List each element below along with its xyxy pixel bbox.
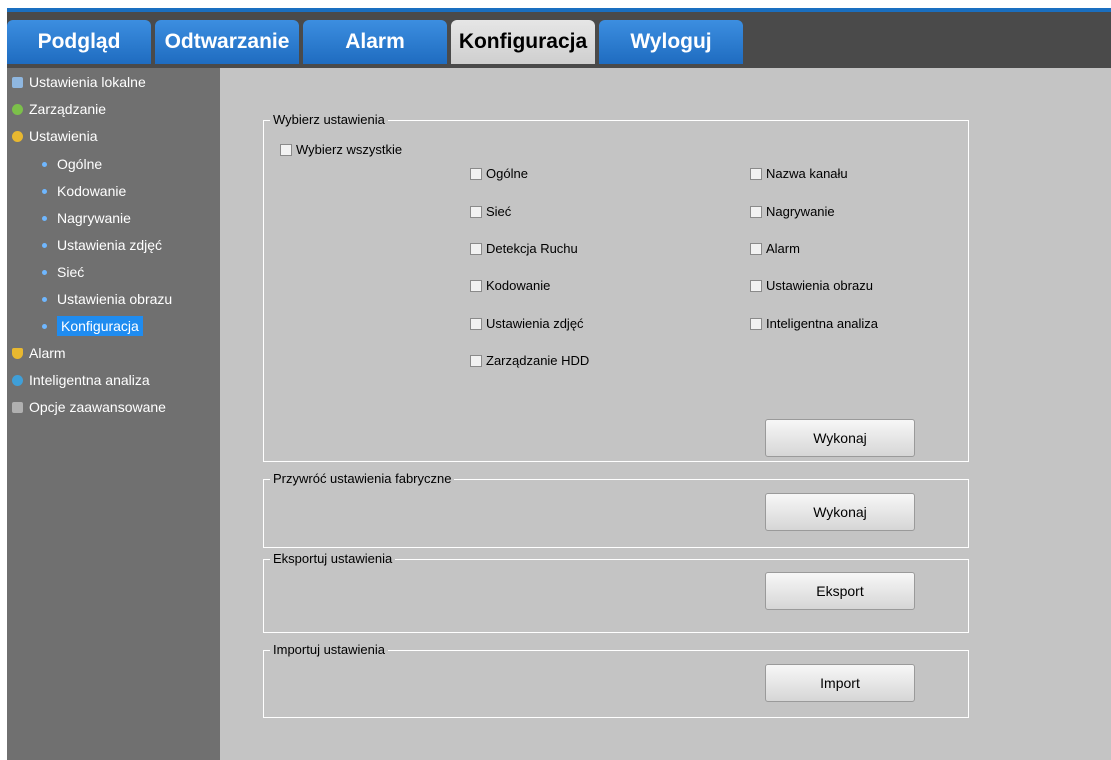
import-button[interactable]: Import bbox=[765, 664, 915, 702]
checkbox-zarzadzanie-hdd[interactable]: Zarządzanie HDD bbox=[470, 353, 589, 368]
sidebar-item-alarm[interactable]: Alarm bbox=[12, 341, 66, 365]
checkbox-box bbox=[750, 317, 762, 330]
checkbox-kodowanie[interactable]: Kodowanie bbox=[470, 278, 550, 293]
sidebar-item-ustawienia-lokalne[interactable]: Ustawienia lokalne bbox=[12, 70, 146, 94]
export-button[interactable]: Eksport bbox=[765, 572, 915, 610]
sidebar-item-ogolne[interactable]: Ogólne bbox=[42, 152, 102, 176]
checkbox-detekcja-ruchu[interactable]: Detekcja Ruchu bbox=[470, 241, 578, 256]
sidebar: Ustawienia lokalne Zarządzanie Ustawieni… bbox=[7, 68, 220, 760]
sidebar-item-nagrywanie[interactable]: Nagrywanie bbox=[42, 206, 131, 230]
checkbox-ustawienia-zdjec[interactable]: Ustawienia zdjęć bbox=[470, 316, 584, 331]
bullet-icon bbox=[42, 269, 47, 275]
bullet-icon bbox=[42, 296, 47, 302]
tools-icon bbox=[12, 401, 23, 413]
checkbox-box bbox=[750, 167, 762, 180]
sidebar-item-kodowanie[interactable]: Kodowanie bbox=[42, 179, 126, 203]
tab-bar: Podgląd Odtwarzanie Alarm Konfiguracja W… bbox=[7, 20, 743, 64]
bell-icon bbox=[12, 347, 23, 359]
bullet-icon bbox=[42, 323, 47, 329]
checkbox-box bbox=[750, 205, 762, 218]
select-settings-group: Wybierz ustawienia Wybierz wszystkie Ogó… bbox=[263, 112, 969, 462]
group-legend: Wybierz ustawienia bbox=[270, 112, 388, 127]
checkbox-siec[interactable]: Sieć bbox=[470, 204, 511, 219]
checkbox-box bbox=[750, 242, 762, 255]
apply-selected-button[interactable]: Wykonaj bbox=[765, 419, 915, 457]
group-legend: Przywróć ustawienia fabryczne bbox=[270, 471, 455, 486]
checkbox-alarm[interactable]: Alarm bbox=[750, 241, 800, 256]
checkbox-nagrywanie[interactable]: Nagrywanie bbox=[750, 204, 835, 219]
sidebar-item-konfiguracja[interactable]: Konfiguracja bbox=[42, 314, 143, 338]
tab-odtwarzanie[interactable]: Odtwarzanie bbox=[155, 20, 299, 64]
checkbox-nazwa-kanalu[interactable]: Nazwa kanału bbox=[750, 166, 848, 181]
restore-defaults-button[interactable]: Wykonaj bbox=[765, 493, 915, 531]
checkbox-ustawienia-obrazu[interactable]: Ustawienia obrazu bbox=[750, 278, 873, 293]
tab-wyloguj[interactable]: Wyloguj bbox=[599, 20, 743, 64]
tab-podglad[interactable]: Podgląd bbox=[7, 20, 151, 64]
sidebar-item-zarzadzanie[interactable]: Zarządzanie bbox=[12, 97, 106, 121]
monitor-icon bbox=[12, 76, 23, 88]
sidebar-item-ustawienia[interactable]: Ustawienia bbox=[12, 124, 97, 148]
bullet-icon bbox=[42, 215, 47, 221]
bullet-icon bbox=[42, 188, 47, 194]
checkbox-box bbox=[470, 242, 482, 255]
checkbox-box bbox=[470, 205, 482, 218]
globe-icon bbox=[12, 374, 23, 386]
tab-alarm[interactable]: Alarm bbox=[303, 20, 447, 64]
checkbox-box bbox=[470, 317, 482, 330]
select-all-checkbox[interactable]: Wybierz wszystkie bbox=[280, 142, 402, 157]
gear-icon bbox=[12, 130, 23, 142]
sidebar-item-inteligentna-analiza[interactable]: Inteligentna analiza bbox=[12, 368, 150, 392]
top-navigation-bar: Podgląd Odtwarzanie Alarm Konfiguracja W… bbox=[7, 8, 1111, 68]
bullet-icon bbox=[42, 242, 47, 248]
group-legend: Importuj ustawienia bbox=[270, 642, 388, 657]
checkbox-box bbox=[470, 354, 482, 367]
checkbox-box bbox=[280, 143, 292, 156]
bullet-icon bbox=[42, 161, 47, 167]
tab-konfiguracja[interactable]: Konfiguracja bbox=[451, 20, 595, 64]
restore-defaults-group: Przywróć ustawienia fabryczne Wykonaj bbox=[263, 471, 969, 548]
group-legend: Eksportuj ustawienia bbox=[270, 551, 396, 566]
checkbox-inteligentna-analiza[interactable]: Inteligentna analiza bbox=[750, 316, 878, 331]
checkbox-box bbox=[470, 167, 482, 180]
sidebar-item-opcje-zaawansowane[interactable]: Opcje zaawansowane bbox=[12, 395, 166, 419]
sidebar-item-ustawienia-zdjec[interactable]: Ustawienia zdjęć bbox=[42, 233, 162, 257]
export-settings-group: Eksportuj ustawienia Eksport bbox=[263, 551, 969, 633]
checkbox-box bbox=[470, 279, 482, 292]
checkbox-box bbox=[750, 279, 762, 292]
checkbox-ogolne[interactable]: Ogólne bbox=[470, 166, 528, 181]
main-content: Wybierz ustawienia Wybierz wszystkie Ogó… bbox=[220, 68, 1111, 760]
import-settings-group: Importuj ustawienia Import bbox=[263, 642, 969, 718]
info-icon bbox=[12, 103, 23, 115]
sidebar-item-siec[interactable]: Sieć bbox=[42, 260, 84, 284]
sidebar-item-ustawienia-obrazu[interactable]: Ustawienia obrazu bbox=[42, 287, 172, 311]
